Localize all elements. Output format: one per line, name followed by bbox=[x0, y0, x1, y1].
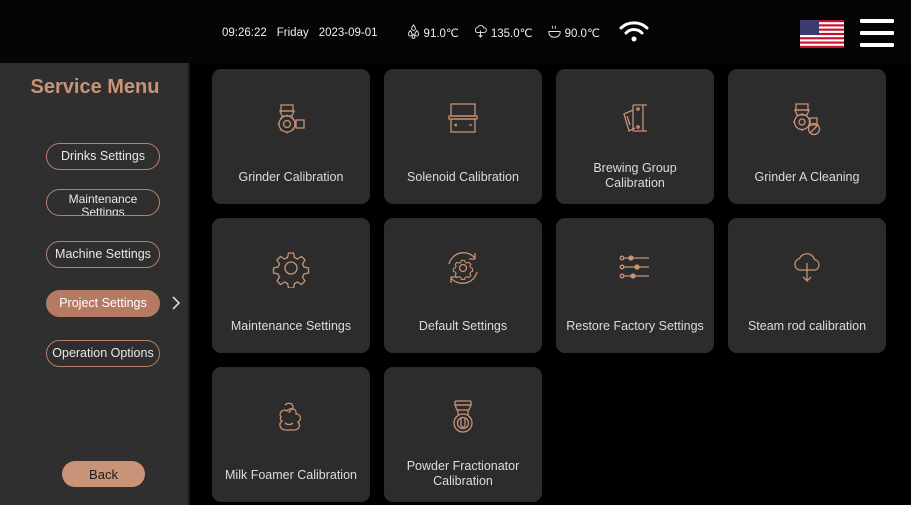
cup-temp: 90.0℃ bbox=[547, 24, 600, 42]
card-label: Maintenance Settings bbox=[230, 319, 352, 333]
gear-reset-icon bbox=[443, 248, 483, 288]
card-grinder-a-cleaning[interactable]: Grinder A Cleaning bbox=[728, 69, 886, 204]
hot-cup-icon bbox=[547, 24, 562, 42]
hamburger-menu-icon[interactable] bbox=[860, 19, 894, 47]
card-label-line1: Brewing Group bbox=[593, 161, 677, 175]
sidebar-item-project-settings[interactable]: Project Settings bbox=[46, 290, 160, 317]
card-label: Solenoid Calibration bbox=[407, 170, 519, 184]
clock-time: 09:26:22 bbox=[222, 27, 267, 39]
card-label: Powder Fractionator Calibration bbox=[388, 459, 538, 489]
cup-temp-value: 90.0℃ bbox=[564, 28, 600, 40]
card-brewing-group-calibration[interactable]: Brewing Group Calibration bbox=[556, 69, 714, 204]
sidebar-item-maintenance-settings[interactable]: Maintenance Settings bbox=[46, 189, 160, 216]
card-label-line2: Calibration bbox=[433, 474, 493, 488]
card-restore-factory-settings[interactable]: Restore Factory Settings bbox=[556, 218, 714, 353]
sliders-icon bbox=[615, 248, 655, 288]
steam-cloud-icon bbox=[787, 248, 827, 288]
steam-cloud-icon bbox=[473, 24, 488, 42]
sidebar-item-label: Maintenance bbox=[68, 191, 138, 206]
sidebar: Service Menu Drinks Settings Maintenance… bbox=[0, 63, 190, 505]
page-title: Service Menu bbox=[30, 76, 160, 98]
date: 2023-09-01 bbox=[318, 27, 378, 39]
water-drops-icon bbox=[406, 24, 421, 42]
boiler-temp: 91.0℃ bbox=[406, 24, 459, 42]
sidebar-item-label-line2: Settings bbox=[81, 204, 125, 216]
sidebar-item-operation-options[interactable]: Operation Options bbox=[46, 340, 160, 367]
card-steam-rod-calibration[interactable]: Steam rod calibration bbox=[728, 218, 886, 353]
steam-temp: 135.0℃ bbox=[473, 24, 533, 42]
weekday: Friday bbox=[276, 27, 309, 39]
sidebar-item-machine-settings[interactable]: Machine Settings bbox=[46, 241, 160, 268]
status-bar: 09:26:22 Friday 2023-09-01 91.0℃ 135.0℃ … bbox=[222, 24, 600, 42]
card-label: Default Settings bbox=[418, 319, 508, 333]
card-label: Restore Factory Settings bbox=[566, 319, 704, 333]
top-bar: 09:26:22 Friday 2023-09-01 91.0℃ 135.0℃ … bbox=[0, 0, 911, 63]
brewing-group-icon bbox=[615, 99, 655, 139]
card-powder-fractionator-calibration[interactable]: Powder Fractionator Calibration bbox=[384, 367, 542, 502]
card-milk-foamer-calibration[interactable]: Milk Foamer Calibration bbox=[212, 367, 370, 502]
us-flag-icon[interactable] bbox=[800, 20, 844, 48]
card-label: Milk Foamer Calibration bbox=[225, 468, 357, 482]
boiler-temp-value: 91.0℃ bbox=[423, 28, 459, 40]
card-maintenance-settings[interactable]: Maintenance Settings bbox=[212, 218, 370, 353]
gear-icon bbox=[271, 248, 311, 289]
card-label: Steam rod calibration bbox=[747, 319, 867, 333]
card-grinder-calibration[interactable]: Grinder Calibration bbox=[212, 69, 370, 204]
solenoid-icon bbox=[443, 99, 483, 139]
grinder-cleaning-icon bbox=[787, 99, 827, 139]
chevron-right-icon bbox=[170, 294, 182, 312]
back-button[interactable]: Back bbox=[62, 461, 145, 487]
card-label: Grinder Calibration bbox=[238, 170, 344, 184]
sidebar-item-drinks-settings[interactable]: Drinks Settings bbox=[46, 143, 160, 170]
card-label: Brewing Group Calibration bbox=[560, 161, 710, 191]
card-label-line2: Calibration bbox=[605, 176, 665, 190]
card-solenoid-calibration[interactable]: Solenoid Calibration bbox=[384, 69, 542, 204]
steam-temp-value: 135.0℃ bbox=[490, 28, 533, 40]
card-default-settings[interactable]: Default Settings bbox=[384, 218, 542, 353]
wifi-icon bbox=[619, 20, 649, 42]
card-label-line1: Powder Fractionator bbox=[406, 459, 520, 473]
card-label: Grinder A Cleaning bbox=[754, 170, 860, 184]
powder-fractionator-icon bbox=[443, 397, 483, 437]
grinder-icon bbox=[271, 99, 311, 139]
milk-foam-icon bbox=[271, 397, 311, 437]
